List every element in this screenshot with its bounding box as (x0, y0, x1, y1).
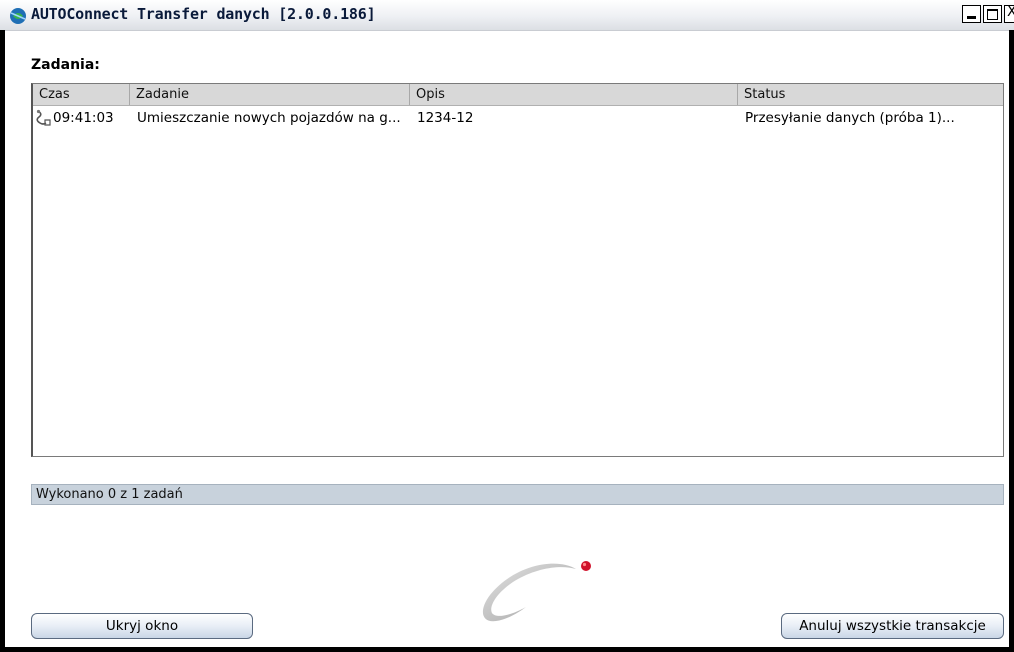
globe-icon (10, 8, 26, 24)
tasks-label: Zadania: (31, 57, 100, 73)
progress-status-bar: Wykonano 0 z 1 zadań (31, 484, 1004, 505)
title-bar[interactable]: AUTOConnect Transfer danych [2.0.0.186] … (0, 0, 1014, 31)
list-header: Czas Zadanie Opis Status (33, 84, 1003, 106)
window-title: AUTOConnect Transfer danych [2.0.0.186] (31, 5, 376, 23)
app-window: AUTOConnect Transfer danych [2.0.0.186] … (0, 0, 1014, 652)
window-border-right (1009, 30, 1014, 652)
column-header-task[interactable]: Zadanie (130, 84, 410, 105)
column-header-time[interactable]: Czas (33, 84, 130, 105)
window-border-left (0, 30, 5, 652)
progress-text: Wykonano 0 z 1 zadań (36, 487, 183, 502)
row-description: 1234-12 (417, 110, 474, 126)
table-row[interactable]: 09:41:03 Umieszczanie nowych pojazdów na… (33, 106, 1003, 130)
close-icon: X (1007, 4, 1014, 20)
autoconnect-logo (482, 561, 591, 622)
close-button[interactable]: X (1004, 4, 1014, 23)
tasks-list[interactable]: Czas Zadanie Opis Status 09:41:03 Umiesz… (31, 83, 1004, 457)
hide-window-button[interactable]: Ukryj okno (31, 613, 253, 639)
row-task: Umieszczanie nowych pojazdów na g... (137, 110, 401, 126)
column-header-status[interactable]: Status (738, 84, 1002, 105)
row-time: 09:41:03 (53, 110, 114, 126)
minimize-button[interactable] (962, 5, 981, 23)
maximize-button[interactable] (983, 5, 1002, 23)
column-header-description[interactable]: Opis (410, 84, 738, 105)
transfer-icon (36, 109, 51, 126)
cancel-all-transactions-button[interactable]: Anuluj wszystkie transakcje (781, 613, 1004, 639)
row-status: Przesyłanie danych (próba 1)... (745, 110, 955, 126)
window-border-bottom (0, 647, 1014, 652)
